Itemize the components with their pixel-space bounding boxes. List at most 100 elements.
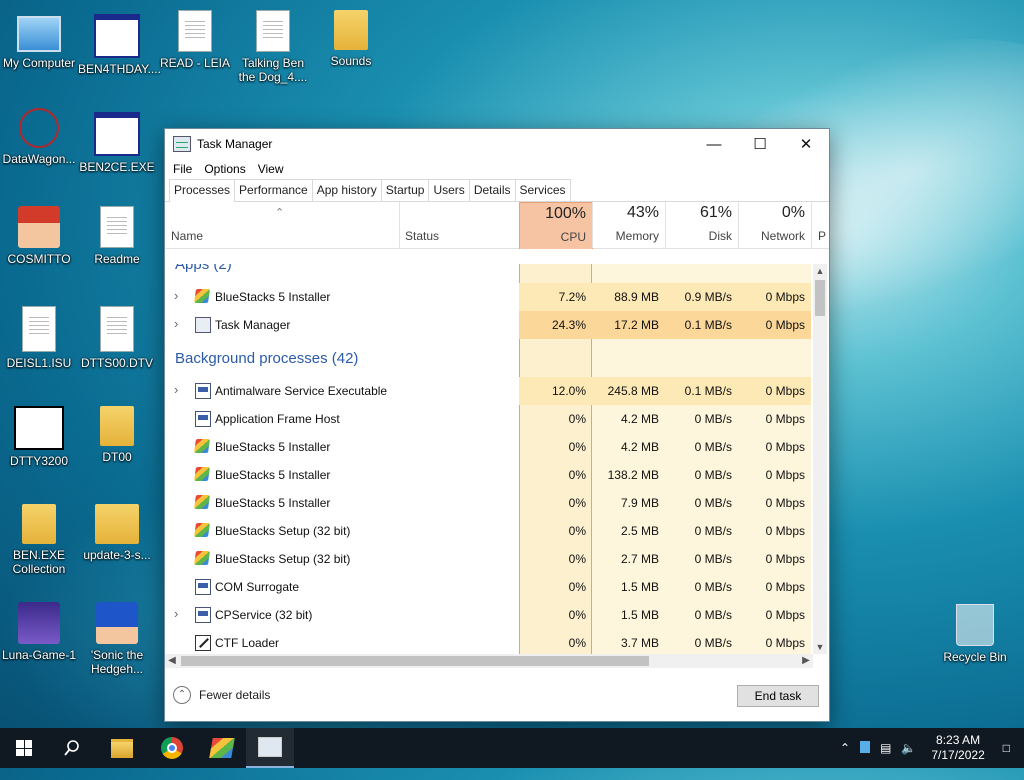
- desktop-icon-update-3[interactable]: update-3-s...: [78, 504, 156, 562]
- tab-processes[interactable]: Processes: [169, 179, 236, 202]
- column-header-power[interactable]: P: [811, 202, 828, 248]
- maximize-button[interactable]: ☐: [737, 129, 783, 159]
- process-network: 0 Mbps: [738, 377, 811, 405]
- column-header-memory[interactable]: 43% Memory: [592, 202, 665, 248]
- column-header-disk[interactable]: 61% Disk: [665, 202, 738, 248]
- tab-details[interactable]: Details: [468, 179, 516, 201]
- process-row[interactable]: › Antimalware Service Executable 12.0% 245.…: [165, 377, 813, 405]
- tab-startup[interactable]: Startup: [380, 179, 430, 201]
- process-cpu: 12.0%: [519, 377, 592, 405]
- expand-chevron-icon[interactable]: ›: [174, 382, 178, 397]
- scroll-down-icon[interactable]: ▼: [813, 640, 827, 654]
- desktop-icon-readme[interactable]: Readme: [78, 206, 156, 266]
- expand-chevron-icon[interactable]: ›: [174, 606, 178, 621]
- bluestacks-icon: [209, 738, 235, 758]
- title-bar[interactable]: Task Manager — ☐ ✕: [165, 129, 829, 159]
- column-header-cpu[interactable]: 100% CPU: [519, 202, 593, 249]
- task-manager-window: Task Manager — ☐ ✕ File Options View Pro…: [164, 128, 830, 722]
- desktop-icon-sounds[interactable]: Sounds: [312, 10, 390, 68]
- fewer-details-link[interactable]: ⌃ Fewer details: [173, 686, 270, 704]
- process-row[interactable]: › BlueStacks 5 Installer 7.2% 88.9 MB 0.9 MB…: [165, 283, 813, 311]
- process-network: 0 Mbps: [765, 524, 805, 538]
- scroll-right-icon[interactable]: ▶: [799, 654, 813, 668]
- end-task-button[interactable]: End task: [737, 685, 819, 707]
- tab-users[interactable]: Users: [428, 179, 470, 201]
- process-name: BlueStacks 5 Installer: [215, 440, 331, 454]
- desktop-icon-label: BEN2CE.EXE: [79, 160, 155, 174]
- scroll-left-icon[interactable]: ◀: [165, 654, 179, 668]
- tab-app-history[interactable]: App history: [311, 179, 382, 201]
- desktop-icon-read-leia[interactable]: READ - LEIA: [156, 10, 234, 70]
- tray-app-icon[interactable]: [855, 740, 875, 756]
- column-header-network[interactable]: 0% Network: [738, 202, 811, 248]
- taskbar-file-explorer[interactable]: [98, 728, 146, 768]
- desktop-icon-ben4thday[interactable]: BEN4THDAY....: [78, 10, 161, 76]
- desktop-icon-talking-ben[interactable]: Talking Ben the Dog_4....: [234, 10, 312, 84]
- cpu-total: 100%: [545, 205, 586, 222]
- vertical-scrollbar[interactable]: ▲ ▼: [813, 264, 827, 654]
- desktop-icon-ben2ce[interactable]: BEN2CE.EXE: [78, 108, 156, 174]
- process-memory: 2.5 MB: [620, 524, 659, 538]
- process-row[interactable]: › Task Manager 24.3% 17.2 MB 0.1 MB/s 0 Mbps: [165, 311, 813, 339]
- desktop-icon-cosmitto[interactable]: COSMITTO: [0, 206, 78, 266]
- minimize-button[interactable]: —: [691, 129, 737, 159]
- process-row[interactable]: BlueStacks 5 Installer 0% 7.9 MB 0 MB/s 0 Mb…: [165, 489, 813, 517]
- process-memory: 7.9 MB: [620, 496, 659, 510]
- process-name: BlueStacks 5 Installer: [215, 468, 331, 482]
- process-row[interactable]: BlueStacks 5 Installer 0% 138.2 MB 0 MB/s 0 …: [165, 461, 813, 489]
- taskbar-task-manager[interactable]: [246, 728, 294, 768]
- clock[interactable]: 8:23 AM 7/17/2022: [921, 733, 994, 763]
- process-row[interactable]: BlueStacks Setup (32 bit) 0% 2.5 MB 0 MB/s 0…: [165, 517, 813, 545]
- desktop-icon-luna-game[interactable]: Luna-Game-1: [0, 602, 78, 662]
- scroll-thumb[interactable]: [815, 280, 825, 316]
- process-name: CTF Loader: [215, 636, 280, 650]
- desktop-icon-dtty3200[interactable]: DTTY3200: [0, 406, 78, 468]
- desktop-icon-datawagon[interactable]: DataWagon...: [0, 108, 78, 166]
- process-name: Application Frame Host: [215, 412, 340, 426]
- scroll-up-icon[interactable]: ▲: [813, 264, 827, 278]
- network-icon[interactable]: ▤: [875, 741, 896, 755]
- desktop-icon-dt00[interactable]: DT00: [78, 406, 156, 464]
- column-header-name[interactable]: ⌃ Name: [171, 202, 400, 248]
- process-cpu: 0%: [568, 636, 586, 650]
- desktop-icon-dtts00[interactable]: DTTS00.DTV: [78, 306, 156, 370]
- notifications-icon[interactable]: □: [995, 741, 1024, 755]
- desktop-icon-recycle-bin[interactable]: Recycle Bin: [936, 604, 1014, 664]
- taskbar-bluestacks[interactable]: [198, 728, 246, 768]
- desktop-icon-my-computer[interactable]: My Computer: [0, 10, 78, 70]
- search-button[interactable]: [48, 728, 96, 768]
- show-hidden-icons-icon[interactable]: ⌃: [835, 741, 855, 755]
- menu-options[interactable]: Options: [198, 162, 251, 176]
- desktop-icon-ben-exe-collection[interactable]: BEN.EXE Collection: [0, 504, 78, 576]
- desktop-icon-sonic[interactable]: 'Sonic the Hedgeh...: [78, 602, 156, 676]
- process-name: CPService (32 bit): [215, 608, 313, 622]
- menu-file[interactable]: File: [167, 162, 198, 176]
- process-disk: 0 MB/s: [694, 412, 732, 426]
- process-row[interactable]: BlueStacks 5 Installer 0% 4.2 MB 0 MB/s 0 Mb…: [165, 433, 813, 461]
- process-row[interactable]: Application Frame Host 0% 4.2 MB 0 MB/s 0 Mb…: [165, 405, 813, 433]
- expand-chevron-icon[interactable]: ›: [174, 288, 178, 303]
- expand-chevron-icon[interactable]: ›: [174, 316, 178, 331]
- process-row[interactable]: › CPService (32 bit) 0% 1.5 MB 0 MB/s 0 Mbps: [165, 601, 813, 629]
- horizontal-scrollbar[interactable]: ◀ ▶: [165, 654, 813, 668]
- process-row[interactable]: BlueStacks Setup (32 bit) 0% 2.7 MB 0 MB/s 0…: [165, 545, 813, 573]
- process-name: Task Manager: [215, 318, 291, 332]
- column-header-status[interactable]: Status: [399, 202, 519, 248]
- desktop-icon-deisl1[interactable]: DEISL1.ISU: [0, 306, 78, 370]
- volume-icon[interactable]: 🔈: [896, 741, 921, 755]
- process-cpu: 7.2%: [519, 283, 592, 311]
- close-button[interactable]: ✕: [783, 129, 829, 159]
- group-header-background: Background processes (42): [175, 350, 359, 367]
- process-row[interactable]: CTF Loader 0% 3.7 MB 0 MB/s 0 Mbps: [165, 629, 813, 654]
- tab-services[interactable]: Services: [514, 179, 571, 201]
- desktop-icon-label: DTTY3200: [9, 454, 69, 468]
- menu-view[interactable]: View: [252, 162, 290, 176]
- taskbar-chrome[interactable]: [148, 728, 196, 768]
- scroll-thumb-horizontal[interactable]: [181, 656, 649, 666]
- process-disk: 0 MB/s: [694, 468, 732, 482]
- process-memory: 2.7 MB: [620, 552, 659, 566]
- start-button[interactable]: [0, 728, 48, 768]
- desktop-icon-label: DEISL1.ISU: [6, 356, 72, 370]
- process-row[interactable]: COM Surrogate 0% 1.5 MB 0 MB/s 0 Mbps: [165, 573, 813, 601]
- tab-performance[interactable]: Performance: [234, 179, 313, 201]
